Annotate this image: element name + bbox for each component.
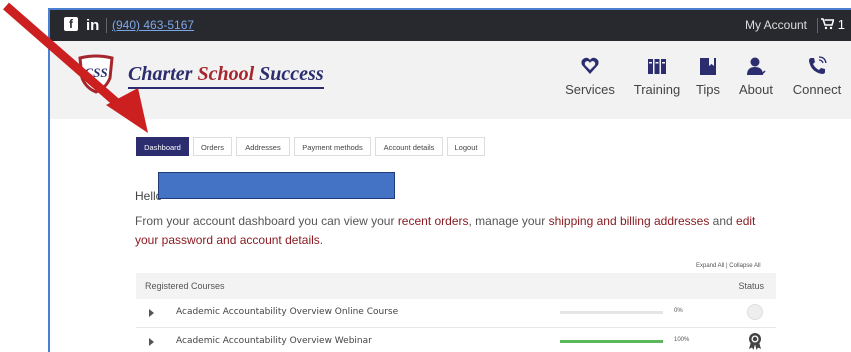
expand-triangle-icon[interactable] — [149, 338, 154, 346]
logo-shield-icon[interactable]: CSS — [76, 54, 116, 94]
recent-orders-link[interactable]: recent orders — [398, 214, 469, 228]
course-row[interactable]: Academic Accountability Overview Online … — [136, 299, 776, 328]
award-ribbon-icon — [749, 333, 761, 350]
cart-count: 1 — [837, 17, 845, 32]
nav-services[interactable]: Services — [565, 55, 615, 97]
person-icon — [747, 57, 766, 76]
redacted-username — [158, 172, 395, 199]
my-account-link[interactable]: My Account — [745, 18, 807, 32]
divider — [817, 18, 818, 33]
tab-addresses[interactable]: Addresses — [236, 137, 290, 156]
expand-all-link[interactable]: Expand All — [696, 263, 724, 269]
nav-connect[interactable]: Connect — [791, 55, 843, 97]
linkedin-icon[interactable]: in — [86, 17, 99, 34]
divider — [106, 18, 107, 33]
courses-table-header: Registered Courses Status — [136, 273, 776, 299]
addresses-link[interactable]: shipping and billing addresses — [549, 214, 710, 228]
phone-link[interactable]: (940) 463-5167 — [112, 18, 194, 32]
brand-name[interactable]: Charter School Success — [128, 63, 324, 89]
course-row[interactable]: Academic Accountability Overview Webinar… — [136, 328, 776, 352]
cart-button[interactable]: 1 — [821, 17, 845, 32]
courses-header-status: Status — [738, 281, 764, 291]
progress-percent: 0% — [674, 308, 683, 314]
svg-text:CSS: CSS — [84, 65, 107, 80]
course-name[interactable]: Academic Accountability Overview Webinar — [176, 336, 372, 346]
progress-percent: 100% — [674, 337, 690, 343]
cart-icon — [821, 18, 835, 30]
facebook-icon[interactable]: f — [64, 17, 78, 31]
top-bar: f in (940) 463-5167 My Account 1 — [50, 10, 851, 41]
tab-account-details[interactable]: Account details — [375, 137, 443, 156]
courses-header-title: Registered Courses — [145, 281, 225, 291]
progress-bar — [560, 311, 663, 314]
site-header: CSS Charter School Success Services Trai… — [50, 41, 851, 119]
course-name[interactable]: Academic Accountability Overview Online … — [176, 307, 398, 317]
tab-orders[interactable]: Orders — [193, 137, 232, 156]
progress-bar — [560, 340, 663, 343]
dashboard-intro: From your account dashboard you can view… — [135, 214, 756, 247]
nav-training[interactable]: Training — [632, 55, 682, 97]
collapse-all-link[interactable]: Collapse All — [729, 263, 760, 269]
expand-triangle-icon[interactable] — [149, 309, 154, 317]
nav-about[interactable]: About — [734, 55, 778, 97]
books-icon — [648, 59, 666, 74]
bookmark-icon — [700, 58, 716, 75]
nav-tips[interactable]: Tips — [691, 55, 725, 97]
incomplete-circle-icon — [747, 304, 763, 320]
phone-icon — [809, 56, 827, 74]
browser-viewport: f in (940) 463-5167 My Account 1 CSS Cha… — [48, 8, 851, 352]
heart-shield-icon — [581, 57, 599, 74]
tab-payment-methods[interactable]: Payment methods — [294, 137, 371, 156]
expand-collapse-controls: Expand All | Collapse All — [696, 263, 761, 269]
tab-logout[interactable]: Logout — [447, 137, 485, 156]
tab-dashboard[interactable]: Dashboard — [136, 137, 189, 156]
